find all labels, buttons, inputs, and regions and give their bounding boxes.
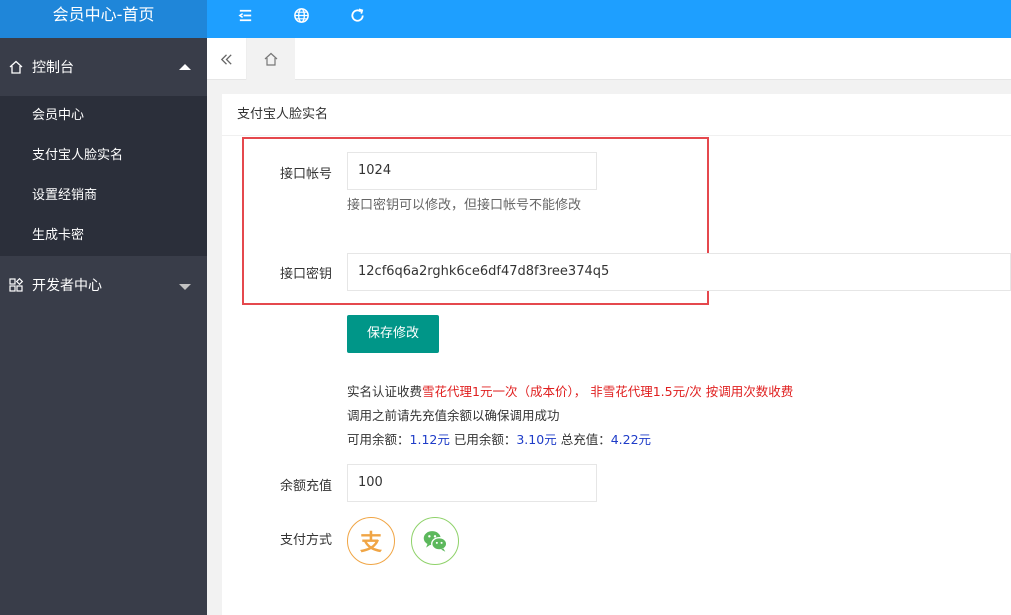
apps-icon — [8, 277, 24, 293]
key-label: 接口密钥 — [279, 267, 332, 282]
tab-bar — [207, 38, 1011, 80]
recharge-input[interactable]: 100 — [347, 464, 597, 502]
sidebar-item-developer[interactable]: 开发者中心 — [0, 256, 207, 314]
app-title[interactable]: 会员中心-首页 — [0, 0, 207, 38]
home-outline-icon — [8, 59, 24, 75]
balance-info: 可用余额：1.12元 已用余额：3.10元 总充值：4.22元 — [347, 429, 651, 448]
globe-icon[interactable] — [291, 5, 311, 25]
sidebar-item-set-dealer[interactable]: 设置经销商 — [0, 176, 207, 216]
used-label: 已用余额： — [453, 432, 517, 447]
wechat-pay-button[interactable] — [411, 517, 459, 565]
sidebar-item-console[interactable]: 控制台 — [0, 38, 207, 96]
home-icon[interactable] — [247, 38, 295, 80]
alipay-button[interactable]: 支 — [347, 517, 395, 565]
total-value: 4.22元 — [610, 432, 652, 447]
balance-label: 可用余额： — [347, 432, 410, 447]
wechat-icon — [423, 531, 448, 552]
sidebar: 控制台 会员中心 支付宝人脸实名 设置经销商 生成卡密 开发者中心 — [0, 38, 207, 615]
menu-collapse-icon[interactable] — [235, 5, 255, 25]
double-chevron-left-icon[interactable] — [207, 38, 247, 80]
sidebar-item-member-center[interactable]: 会员中心 — [0, 96, 207, 136]
key-input[interactable]: 12cf6q6a2rghk6ce6df47d8f3ree374q5 — [347, 253, 1011, 291]
fee-prefix: 实名认证收费 — [347, 384, 423, 399]
refresh-icon[interactable] — [347, 5, 367, 25]
balance-value: 1.12元 — [409, 432, 450, 447]
card-title: 支付宝人脸实名 — [222, 94, 1011, 136]
used-value: 3.10元 — [516, 432, 557, 447]
caret-down-icon — [179, 284, 191, 290]
account-label: 接口帐号 — [279, 167, 332, 182]
account-hint: 接口密钥可以修改，但接口帐号不能修改 — [347, 198, 582, 213]
recharge-label: 余额充值 — [279, 479, 332, 494]
alipay-icon: 支 — [359, 531, 382, 556]
sidebar-item-alipay-face-verify[interactable]: 支付宝人脸实名 — [0, 136, 207, 176]
fee-info: 实名认证收费雪花代理1元一次（成本价）， 非雪花代理1.5元/次 按调用次数收费 — [347, 381, 793, 400]
sidebar-item-label: 控制台 — [32, 60, 74, 76]
save-button[interactable]: 保存修改 — [347, 315, 439, 353]
account-input[interactable]: 1024 — [347, 152, 597, 190]
sidebar-item-generate-card[interactable]: 生成卡密 — [0, 216, 207, 256]
total-label: 总充值： — [560, 432, 611, 447]
console-submenu: 会员中心 支付宝人脸实名 设置经销商 生成卡密 — [0, 96, 207, 256]
top-header: 会员中心-首页 — [0, 0, 1011, 38]
sidebar-item-label: 开发者中心 — [32, 278, 102, 294]
recharge-notice: 调用之前请先充值余额以确保调用成功 — [347, 408, 560, 423]
caret-up-icon — [179, 64, 191, 70]
fee-detail: 雪花代理1元一次（成本价）， 非雪花代理1.5元/次 按调用次数收费 — [422, 384, 794, 399]
pay-method-label: 支付方式 — [279, 533, 332, 548]
